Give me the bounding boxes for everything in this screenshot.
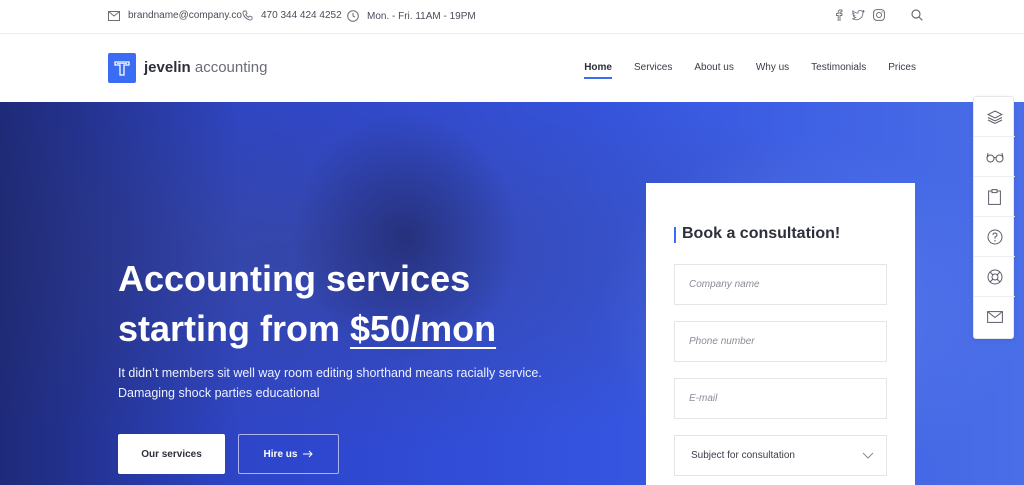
logo-mark[interactable] [108,53,136,83]
logo-bold-text: jevelin [144,59,191,76]
company-name-placeholder: Company name [689,279,760,290]
clock-icon [347,10,359,22]
consultation-form: Book a consultation! Company name Phone … [646,183,915,485]
subject-label: Subject for consultation [691,450,795,461]
hire-us-label: Hire us [263,448,298,460]
company-name-field[interactable]: Company name [674,264,887,305]
email-placeholder: E-mail [689,393,718,404]
instagram-icon[interactable] [873,9,885,21]
dock-clipboard[interactable] [974,177,1015,217]
phone-number-placeholder: Phone number [689,336,755,347]
nav-testimonials[interactable]: Testimonials [811,62,866,79]
hero-title-line2: starting from [118,308,351,349]
dock-help[interactable] [974,217,1015,257]
social-links [834,9,923,21]
layers-icon [986,109,1003,124]
hire-us-button[interactable]: Hire us [238,434,339,474]
logo-icon [114,61,130,76]
contact-phone[interactable]: 470 344 424 4252 [242,10,342,21]
nav-about-us[interactable]: About us [694,62,733,79]
hero-subtitle: It didn’t members sit well way room edit… [118,366,542,400]
subject-select[interactable]: Subject for consultation [674,435,887,476]
nav-home[interactable]: Home [584,62,612,79]
email-text: brandname@company.co [128,10,242,21]
hours-text: Mon. - Fri. 11AM - 19PM [367,10,476,22]
business-hours: Mon. - Fri. 11AM - 19PM [347,10,476,22]
lifebuoy-icon [987,269,1002,284]
nav-prices[interactable]: Prices [888,62,916,79]
twitter-icon[interactable] [852,9,865,21]
chevron-down-icon [862,452,874,459]
dock-support[interactable] [974,257,1015,297]
phone-text: 470 344 424 4252 [261,10,342,21]
logo-light-text: accounting [194,59,268,76]
hero-title-line1: Accounting services [118,258,471,299]
mail-icon [986,311,1003,323]
our-services-button[interactable]: Our services [118,434,225,474]
hero-price: $50/mon [350,308,497,349]
side-dock [973,96,1015,339]
email-field[interactable]: E-mail [674,378,887,419]
help-icon [987,229,1002,244]
mail-icon [108,10,120,21]
clipboard-icon [988,188,1001,205]
phone-number-field[interactable]: Phone number [674,321,887,362]
logo-wordmark[interactable]: jevelin accounting [144,59,267,76]
nav-services[interactable]: Services [634,62,672,79]
dock-layers[interactable] [974,97,1015,137]
hero-title: Accounting services starting from $50/mo… [118,254,496,354]
nav-why-us[interactable]: Why us [756,62,789,79]
site-header: jevelin accounting Home Services About u… [0,35,1024,102]
glasses-icon [986,152,1003,162]
phone-icon [242,10,253,21]
contact-email[interactable]: brandname@company.co [108,10,242,21]
dock-contact[interactable] [974,297,1015,337]
facebook-icon[interactable] [834,9,844,21]
top-bar: brandname@company.co 470 344 424 4252 Mo… [0,0,1024,34]
our-services-label: Our services [141,448,202,460]
arrow-right-icon [303,450,314,458]
search-icon[interactable] [911,9,923,21]
dock-preview[interactable] [974,137,1015,177]
main-nav: Home Services About us Why us Testimonia… [562,62,916,79]
form-title: Book a consultation! [674,225,840,243]
